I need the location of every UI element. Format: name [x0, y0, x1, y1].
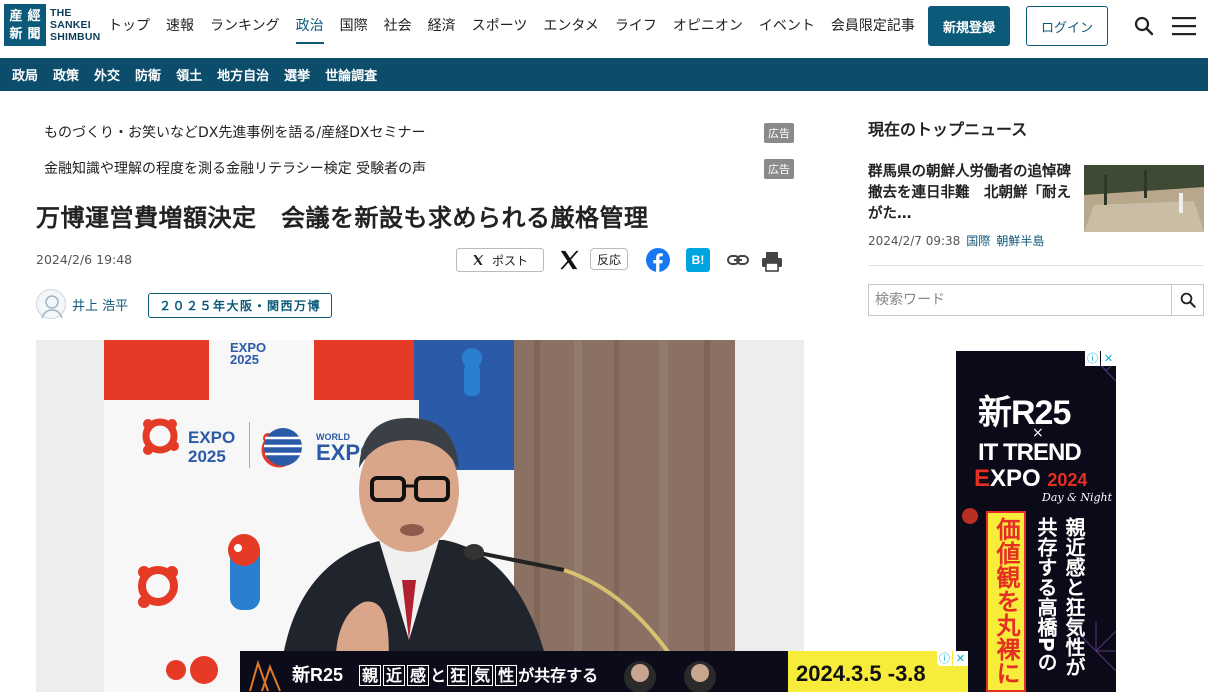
subnav-item[interactable]: 世論調査: [325, 65, 377, 84]
promo-link[interactable]: 金融知識や理解の程度を測る金融リテラシー検定 受験者の声 広告: [44, 158, 794, 179]
logo-mark: 産 經 新 聞: [4, 4, 46, 46]
x-reaction-count[interactable]: 反応: [590, 248, 629, 270]
sidebar-news-date: 2024/2/7 09:38: [868, 234, 961, 248]
ad-event-name: IT TREND: [978, 439, 1082, 466]
sidebar-heading: 現在のトップニュース: [868, 120, 1028, 139]
gnav-item-top[interactable]: トップ: [100, 0, 158, 52]
ad-tagline: Day & Night: [1042, 491, 1113, 504]
print-icon[interactable]: [760, 250, 784, 272]
article-author[interactable]: 井上 浩平: [36, 289, 128, 319]
gnav-item-sports[interactable]: スポーツ: [464, 0, 536, 52]
search-icon: [1180, 292, 1196, 308]
logo-glyph: 聞: [27, 26, 41, 42]
ad-event-name: EXPO 2024: [974, 465, 1088, 492]
expo-logo-text: EXPO: [188, 428, 235, 447]
site-header: 産 經 新 聞 THE SANKEI SHIMBUN トップ 速報 ランキング …: [0, 0, 1208, 58]
sidebar-news-thumbnail[interactable]: [1084, 165, 1204, 232]
login-button[interactable]: ログイン: [1026, 6, 1108, 46]
promo-text: 金融知識や理解の程度を測る金融リテラシー検定 受験者の声: [44, 161, 427, 177]
article-title: 万博運営費増額決定 会議を新設も求められる厳格管理: [36, 204, 649, 232]
logo-glyph: 産: [9, 8, 23, 24]
subnav-item[interactable]: 選挙: [284, 65, 310, 84]
sub-nav: 政局 政策 外交 防衛 領土 地方自治 選挙 世論調査: [0, 58, 1208, 91]
ad-dates: 2024.3.5 -3.8: [796, 661, 926, 686]
ad-copy: 親近感と狂気性が共存する: [358, 662, 598, 686]
ad-vertical-copy: 価値観を丸裸に: [992, 517, 1020, 685]
ad-close-icon[interactable]: ✕: [1101, 351, 1116, 366]
global-nav: トップ 速報 ランキング 政治 国際 社会 経済 スポーツ エンタメ ライフ オ…: [100, 0, 923, 52]
subnav-item[interactable]: 防衛: [135, 65, 161, 84]
hamburger-menu-icon[interactable]: [1170, 14, 1198, 38]
topic-tag[interactable]: ２０２５年大阪・関西万博: [148, 293, 333, 318]
logo-glyph: 經: [27, 8, 41, 24]
gnav-item-event[interactable]: イベント: [751, 0, 823, 52]
article-date: 2024/2/6 19:48: [36, 252, 133, 267]
ad-info-icon[interactable]: ⓘ: [1085, 351, 1100, 366]
subnav-item[interactable]: 政局: [12, 65, 38, 84]
logo-glyph: 新: [9, 26, 23, 42]
gnav-item-opinion[interactable]: オピニオン: [665, 0, 751, 52]
gnav-item-ranking[interactable]: ランキング: [202, 0, 288, 52]
search-submit-button[interactable]: [1171, 285, 1203, 315]
search-icon[interactable]: [1132, 14, 1156, 38]
gnav-item-life[interactable]: ライフ: [607, 0, 665, 52]
promo-link[interactable]: ものづくり・お笑いなどDX先進事例を語る/産経DXセミナー 広告: [44, 122, 794, 143]
expo-logo-year: 2025: [230, 352, 259, 367]
sidebar-news-meta: 2024/2/7 09:38 国際 朝鮮半島: [868, 232, 1044, 249]
ad-brand: 新R25: [978, 394, 1071, 432]
article-photo-frame: EXPO 2025 EXPO 2025 WORLD EXPO: [36, 340, 804, 692]
gnav-item-world[interactable]: 国際: [332, 0, 376, 52]
promo-text: ものづくり・お笑いなどDX先進事例を語る/産経DXセミナー: [44, 125, 426, 141]
ad-close-icon[interactable]: ✕: [953, 651, 968, 666]
article-photo: EXPO 2025 EXPO 2025 WORLD EXPO: [104, 340, 735, 692]
bottom-banner-ad[interactable]: 新R25 親近感と狂気性が共存する 2024.3.5 -3.8 ⓘ ✕: [240, 651, 968, 692]
x-post-label: ポスト: [491, 253, 528, 268]
gnav-item-breaking[interactable]: 速報: [158, 0, 202, 52]
ad-badge: 広告: [764, 159, 794, 179]
site-logo[interactable]: 産 經 新 聞 THE SANKEI SHIMBUN: [4, 4, 100, 46]
subnav-item[interactable]: 地方自治: [217, 65, 269, 84]
sidebar-news-category[interactable]: 国際: [966, 234, 990, 248]
author-name: 井上 浩平: [72, 298, 129, 314]
x-share-icon[interactable]: [558, 249, 580, 271]
gnav-item-politics[interactable]: 政治: [288, 0, 332, 52]
subnav-item[interactable]: 領土: [176, 65, 202, 84]
sidebar-news-item[interactable]: 群馬県の朝鮮人労働者の追悼碑撤去を連日非難 北朝鮮「耐えがた… 2024/2/7…: [868, 162, 1204, 266]
sidebar-search: [868, 284, 1204, 316]
register-button[interactable]: 新規登録: [928, 6, 1010, 46]
ad-info-icon[interactable]: ⓘ: [937, 651, 952, 666]
copy-link-icon[interactable]: [726, 250, 750, 270]
gnav-item-economy[interactable]: 経済: [420, 0, 464, 52]
subnav-item[interactable]: 政策: [53, 65, 79, 84]
x-post-button[interactable]: ポスト: [456, 248, 544, 272]
ad-vertical-copy: 共存する高橋Pの: [1034, 517, 1058, 672]
ad-badge: 広告: [764, 123, 794, 143]
expo-logo-year: 2025: [188, 447, 226, 466]
author-avatar: [36, 289, 66, 319]
ad-vertical-copy: 親近感と狂気性が: [1062, 517, 1086, 677]
search-input[interactable]: [869, 285, 1171, 315]
gnav-item-society[interactable]: 社会: [376, 0, 420, 52]
ad-brand: 新R25: [292, 665, 344, 685]
sidebar-news-title[interactable]: 群馬県の朝鮮人労働者の追悼碑撤去を連日非難 北朝鮮「耐えがた…: [868, 162, 1080, 225]
subnav-item[interactable]: 外交: [94, 65, 120, 84]
gnav-item-entertainment[interactable]: エンタメ: [535, 0, 607, 52]
hatena-bookmark-icon[interactable]: B!: [686, 248, 710, 272]
sidebar-news-subcategory[interactable]: 朝鮮半島: [996, 234, 1044, 248]
logo-wordmark: THE SANKEI SHIMBUN: [50, 7, 101, 43]
facebook-icon[interactable]: [646, 248, 670, 272]
sidebar-ad[interactable]: ⓘ ✕ 新R25 × IT TREND EXPO 2024 Day & Nigh…: [956, 351, 1116, 692]
gnav-item-members[interactable]: 会員限定記事: [823, 0, 923, 52]
x-logo-icon: [473, 255, 484, 265]
